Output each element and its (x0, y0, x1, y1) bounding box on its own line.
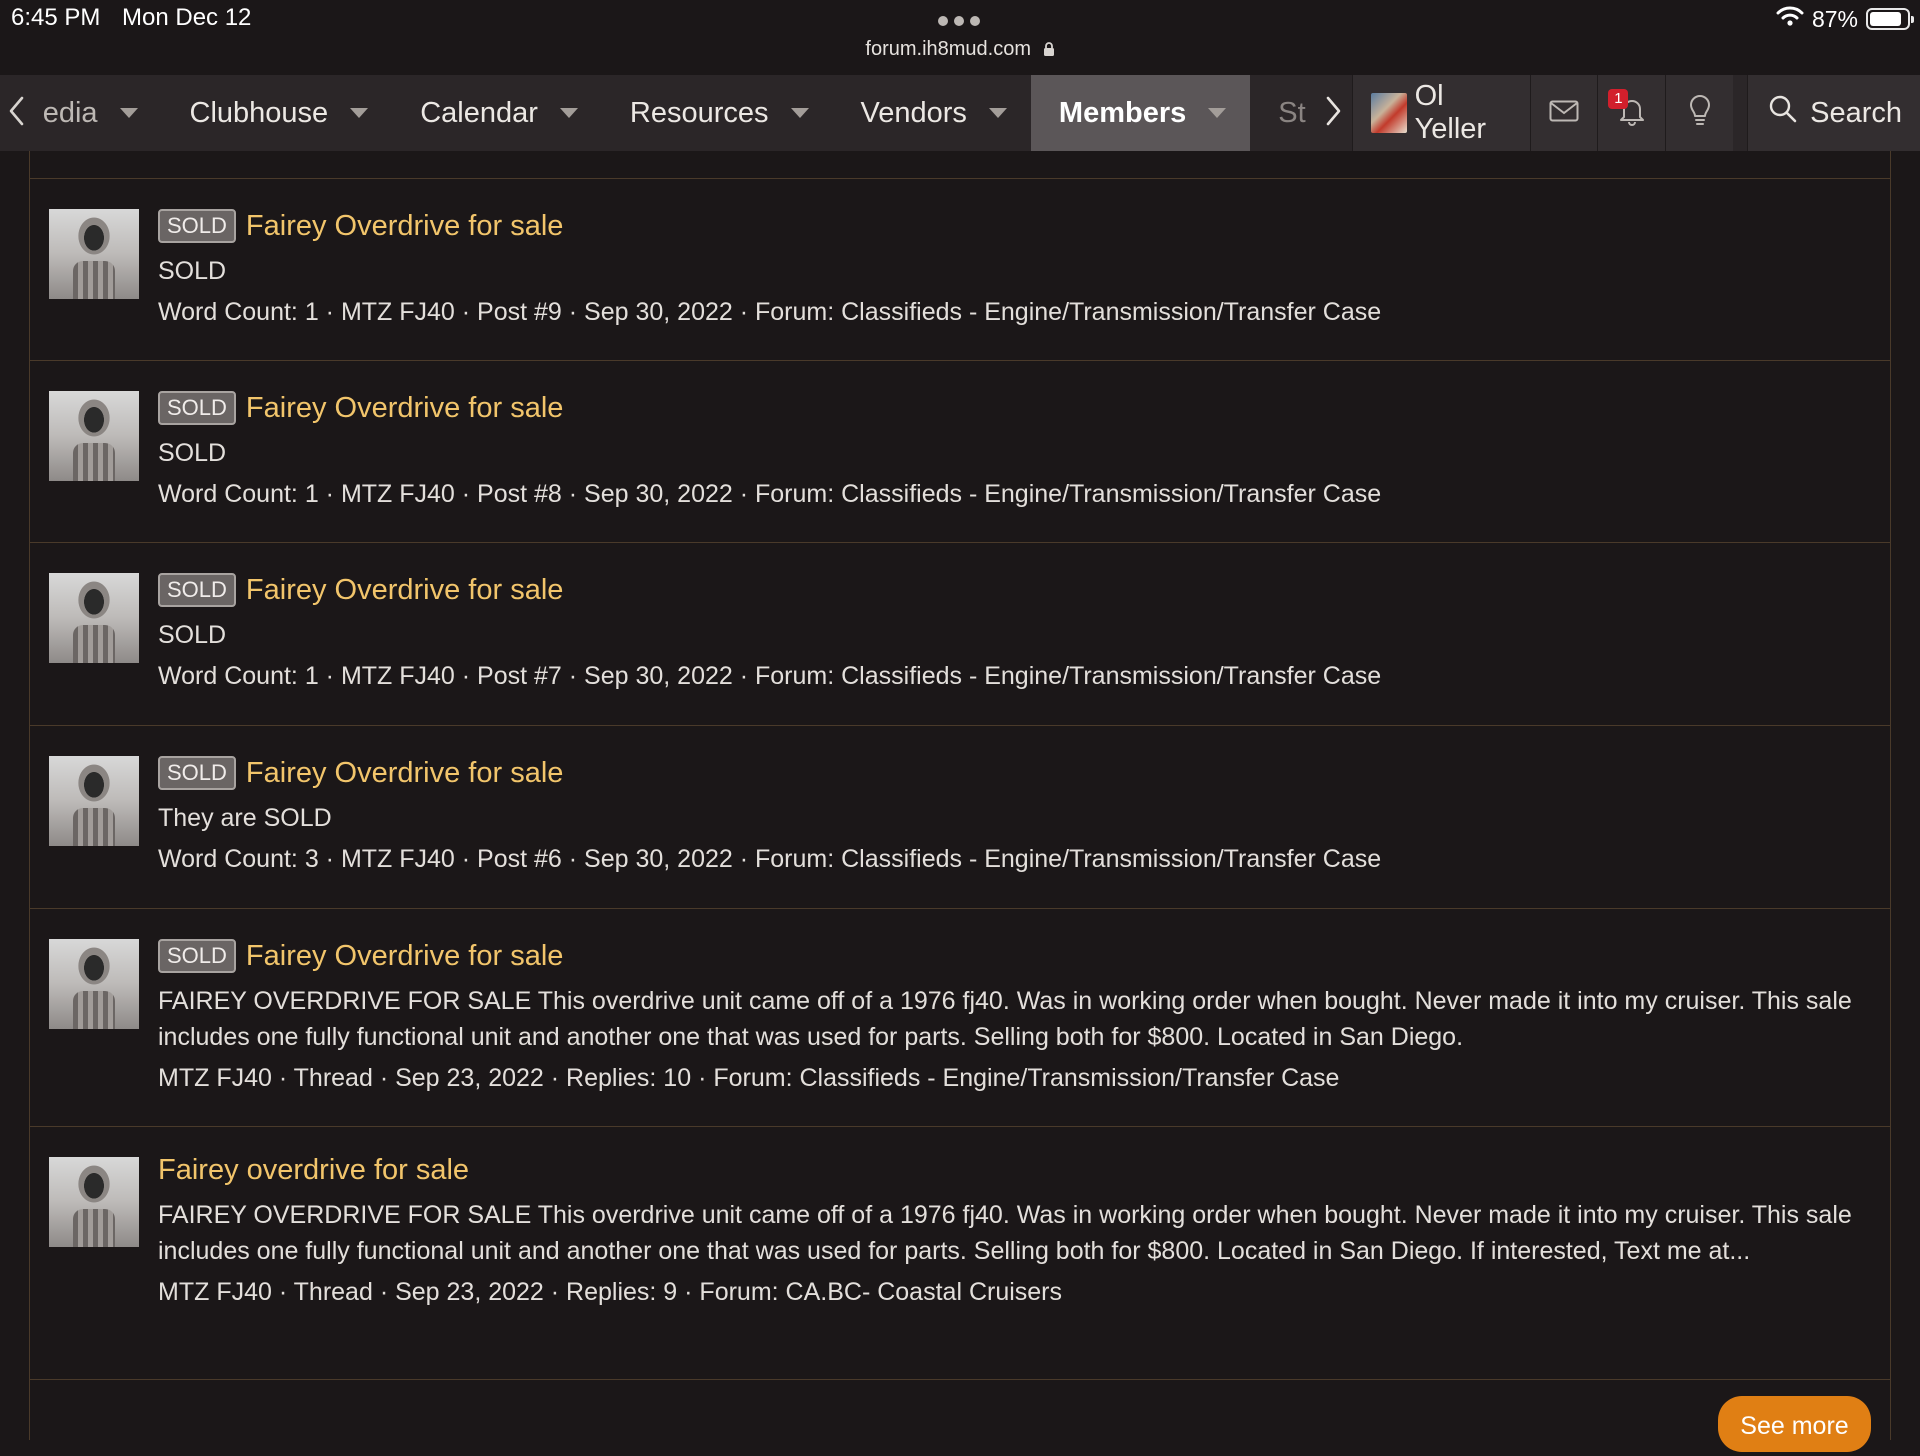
see-more-button[interactable]: See more (1718, 1396, 1871, 1452)
result-snippet: They are SOLD (158, 804, 332, 832)
address-bar[interactable]: forum.ih8mud.com (0, 38, 1920, 63)
tab-label: Members (1058, 96, 1187, 129)
avatar[interactable] (49, 1157, 139, 1247)
result-title-link[interactable]: Fairey Overdrive for sale (246, 757, 564, 790)
tab-label: Clubhouse (189, 96, 329, 129)
tab-truncated[interactable]: St (1250, 75, 1315, 151)
status-bar: 6:45 PM Mon Dec 12 forum.ih8mud.com 87% (0, 0, 1920, 75)
username: Ol Yeller (1414, 80, 1487, 145)
tab-vendors[interactable]: Vendors (833, 75, 1031, 151)
sold-prefix[interactable]: SOLD (158, 573, 236, 607)
avatar[interactable] (49, 573, 139, 663)
avatar[interactable] (49, 209, 139, 299)
avatar[interactable] (49, 756, 139, 846)
result-title-link[interactable]: Fairey Overdrive for sale (246, 392, 564, 425)
caret-down-icon[interactable] (350, 108, 369, 118)
chevron-left-icon (7, 95, 25, 132)
list-item: SOLD Fairey Overdrive for sale They are … (30, 726, 1890, 909)
search-results: SOLD Fairey Overdrive for sale SOLD Word… (29, 151, 1891, 1440)
result-snippet: SOLD (158, 439, 227, 467)
result-snippet: SOLD (158, 621, 227, 649)
nav-scroll-left[interactable] (0, 75, 33, 151)
list-item: SOLD Fairey Overdrive for sale SOLD Word… (30, 178, 1890, 361)
result-meta: MTZ FJ40 · Thread · Sep 23, 2022 · Repli… (158, 1278, 1063, 1306)
alerts-badge: 1 (1608, 89, 1629, 109)
nav-scroll-right[interactable] (1316, 75, 1352, 151)
alerts-button[interactable]: 1 (1597, 75, 1666, 151)
tab-media[interactable]: edia (33, 75, 162, 151)
list-item: SOLD Fairey Overdrive for sale SOLD Word… (30, 543, 1890, 726)
search-button[interactable]: Search (1747, 75, 1920, 151)
list-item: SOLD Fairey Overdrive for sale FAIREY OV… (30, 909, 1890, 1127)
account-nav: Ol Yeller 1 Search (1351, 75, 1920, 151)
result-meta: MTZ FJ40 · Thread · Sep 23, 2022 · Repli… (158, 1064, 1340, 1092)
tab-label: Resources (629, 96, 769, 129)
sold-prefix[interactable]: SOLD (158, 756, 236, 790)
envelope-icon (1549, 100, 1579, 127)
search-label: Search (1810, 96, 1902, 129)
tab-label: edia (42, 96, 98, 129)
result-snippet: SOLD (158, 257, 227, 285)
whats-new-button[interactable] (1665, 75, 1734, 151)
result-meta: Word Count: 1 · MTZ FJ40 · Post #7 · Sep… (158, 662, 1382, 690)
battery-icon (1866, 8, 1914, 30)
url-text: forum.ih8mud.com (865, 38, 1032, 60)
chevron-right-icon (1325, 95, 1343, 132)
sold-prefix[interactable]: SOLD (158, 391, 236, 425)
battery-percent: 87% (1811, 5, 1858, 32)
tab-label: Calendar (420, 96, 538, 129)
result-title-link[interactable]: Fairey Overdrive for sale (246, 574, 564, 607)
tab-members[interactable]: Members (1030, 75, 1251, 151)
status-date: Mon Dec 12 (122, 4, 252, 31)
result-title-link[interactable]: Fairey Overdrive for sale (246, 210, 564, 243)
tab-label: St (1278, 96, 1306, 129)
caret-down-icon[interactable] (559, 108, 578, 118)
avatar[interactable] (49, 939, 139, 1029)
caret-down-icon[interactable] (1208, 108, 1227, 118)
caret-down-icon[interactable] (988, 108, 1007, 118)
list-item: Fairey overdrive for sale FAIREY OVERDRI… (30, 1127, 1890, 1380)
caret-down-icon[interactable] (119, 108, 138, 118)
result-meta: Word Count: 1 · MTZ FJ40 · Post #8 · Sep… (158, 480, 1382, 508)
list-item: SOLD Fairey Overdrive for sale SOLD Word… (30, 361, 1890, 543)
result-snippet: FAIREY OVERDRIVE FOR SALE This overdrive… (158, 1201, 1852, 1265)
avatar[interactable] (49, 391, 139, 481)
lightbulb-icon (1688, 94, 1712, 132)
result-meta: Word Count: 1 · MTZ FJ40 · Post #9 · Sep… (158, 298, 1382, 326)
search-icon (1768, 94, 1798, 132)
tab-label: Vendors (860, 96, 967, 129)
forum-nav: edia Clubhouse Calendar Resources Vendor… (0, 75, 1920, 151)
result-title-link[interactable]: Fairey overdrive for sale (158, 1154, 469, 1187)
tab-calendar[interactable]: Calendar (392, 75, 602, 151)
wifi-icon (1776, 5, 1804, 33)
sold-prefix[interactable]: SOLD (158, 209, 236, 243)
multitask-dots-icon[interactable] (938, 16, 980, 26)
result-snippet: FAIREY OVERDRIVE FOR SALE This overdrive… (158, 987, 1852, 1051)
lock-icon (1043, 40, 1055, 63)
account-menu[interactable]: Ol Yeller (1351, 75, 1530, 151)
inbox-button[interactable] (1529, 75, 1598, 151)
status-right: 87% (1776, 5, 1914, 33)
caret-down-icon[interactable] (790, 108, 809, 118)
result-title-link[interactable]: Fairey Overdrive for sale (246, 940, 564, 973)
battery-level (1870, 12, 1902, 26)
result-meta: Word Count: 3 · MTZ FJ40 · Post #6 · Sep… (158, 845, 1382, 873)
sold-prefix[interactable]: SOLD (158, 939, 236, 973)
avatar (1370, 93, 1407, 133)
status-time: 6:45 PM (11, 4, 101, 31)
tab-clubhouse[interactable]: Clubhouse (162, 75, 393, 151)
tab-resources[interactable]: Resources (602, 75, 833, 151)
